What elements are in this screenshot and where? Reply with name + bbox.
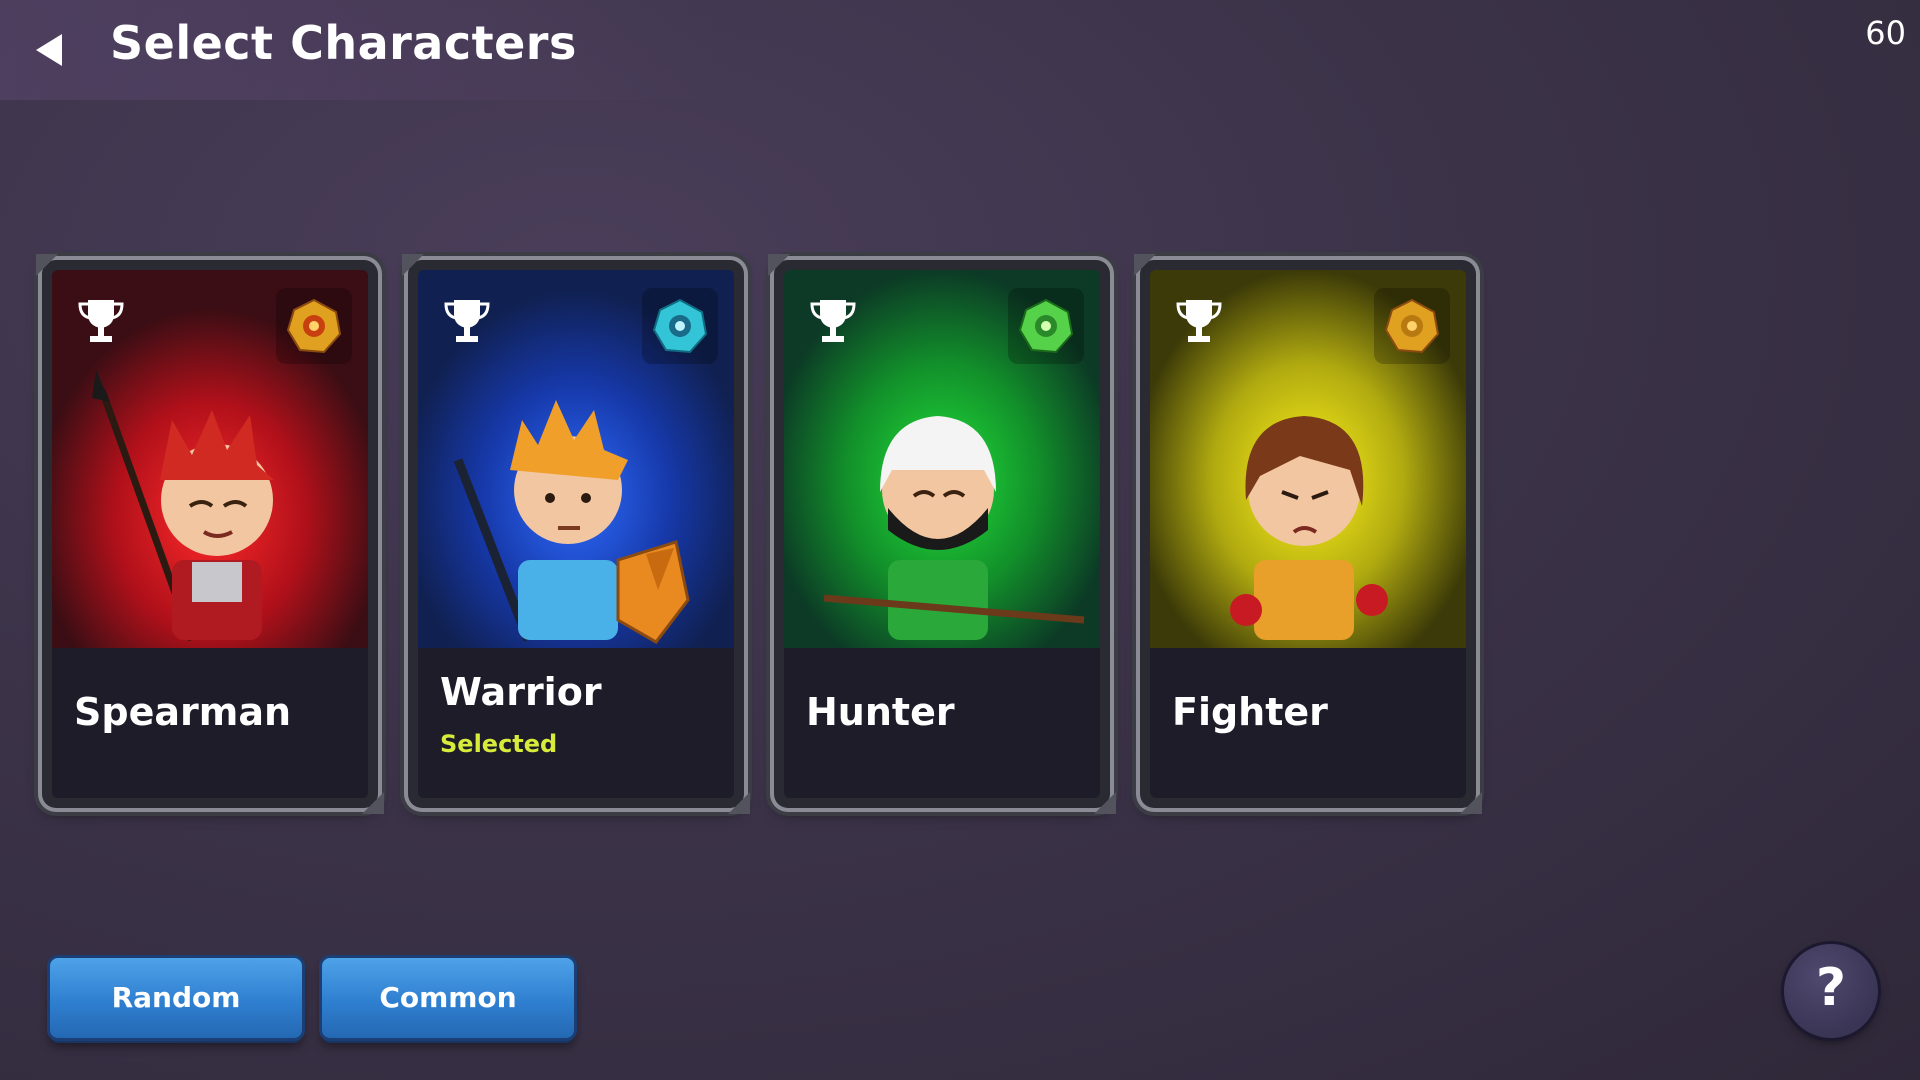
random-button[interactable]: Random [50, 958, 302, 1038]
character-name: Spearman [74, 690, 292, 734]
character-name: Fighter [1172, 690, 1328, 734]
character-card-warrior[interactable]: Warrior Selected [402, 254, 750, 814]
character-name: Hunter [806, 690, 955, 734]
cyan-gem-icon [642, 288, 718, 364]
card-inner: Spearman [52, 270, 368, 798]
trophy-icon [1176, 300, 1222, 342]
card-inner: Hunter [784, 270, 1100, 798]
back-arrow-icon [36, 34, 62, 66]
card-inner: Fighter [1150, 270, 1466, 798]
gold-gem-icon [276, 288, 352, 364]
fps-counter: 60 [1865, 14, 1906, 52]
selected-status: Selected [440, 730, 558, 758]
page-title: Select Characters [110, 16, 577, 70]
character-card-spearman[interactable]: Spearman [36, 254, 384, 814]
character-card-hunter[interactable]: Hunter [768, 254, 1116, 814]
gold-gem-icon [1374, 288, 1450, 364]
trophy-icon [78, 300, 124, 342]
trophy-icon [810, 300, 856, 342]
trophy-icon [444, 300, 490, 342]
card-inner: Warrior Selected [418, 270, 734, 798]
help-button[interactable]: ? [1784, 944, 1878, 1038]
back-button[interactable] [30, 30, 70, 70]
common-button[interactable]: Common [322, 958, 574, 1038]
green-gem-icon [1008, 288, 1084, 364]
character-card-fighter[interactable]: Fighter [1134, 254, 1482, 814]
character-name: Warrior [440, 670, 602, 714]
help-icon: ? [1815, 958, 1847, 1018]
